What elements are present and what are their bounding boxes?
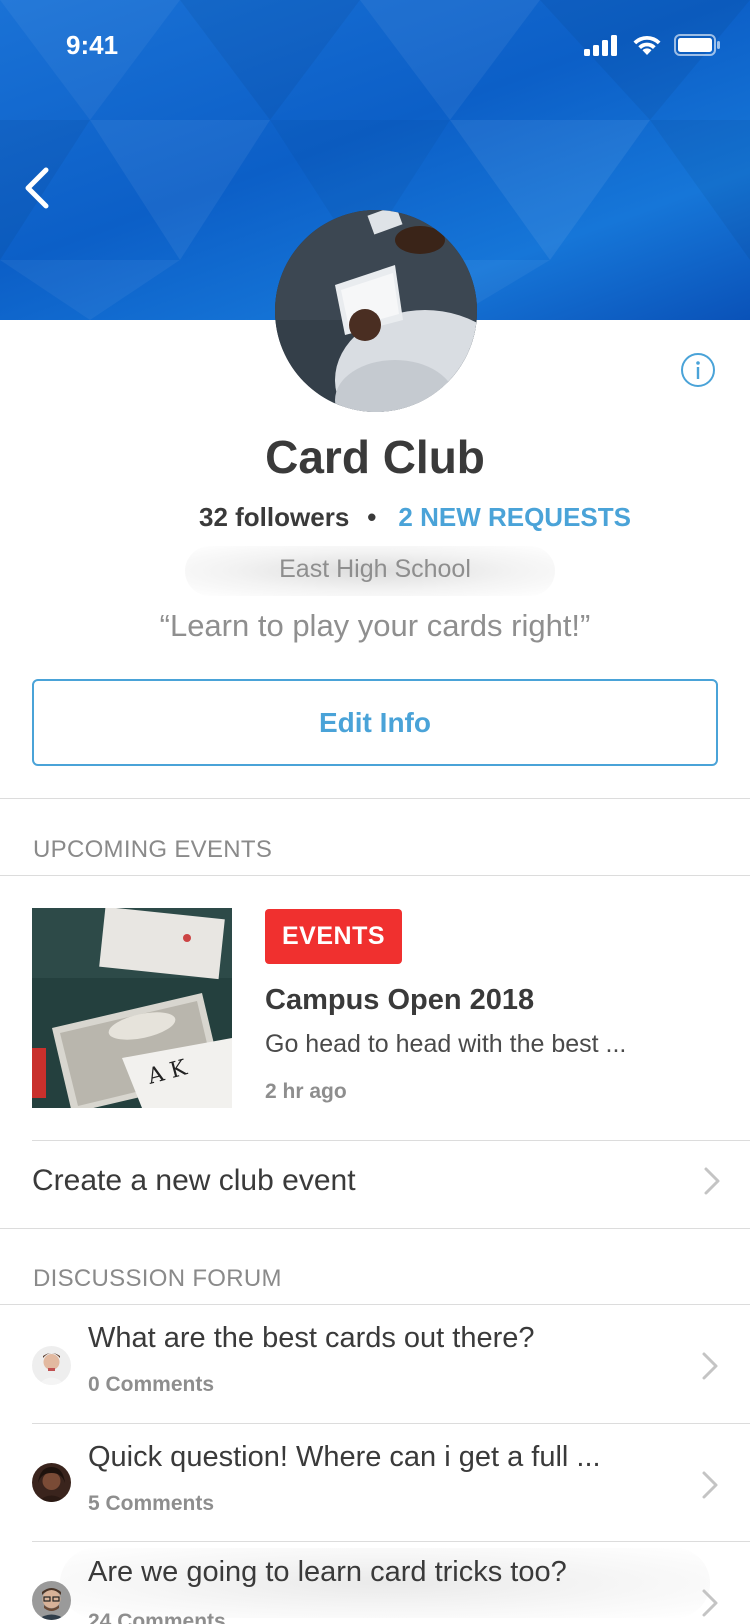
info-icon [681, 353, 715, 387]
club-avatar [275, 210, 477, 412]
chevron-right-icon [702, 1352, 718, 1380]
info-button[interactable] [680, 352, 716, 388]
divider [0, 1228, 750, 1229]
back-button[interactable] [14, 160, 60, 216]
chevron-right-icon [702, 1471, 718, 1499]
user-avatar-image [32, 1581, 71, 1620]
status-time: 9:41 [66, 30, 119, 60]
forum-post-title: Are we going to learn card tricks too? [88, 1556, 567, 1588]
edit-info-button[interactable]: Edit Info [32, 679, 718, 766]
upcoming-events-header: UPCOMING EVENTS [33, 836, 273, 863]
club-name: Card Club [265, 431, 485, 483]
divider [0, 875, 750, 876]
forum-post-title: Quick question! Where can i get a full .… [88, 1441, 601, 1473]
new-requests-link[interactable]: 2 NEW REQUESTS [398, 502, 631, 533]
discussion-forum-header: DISCUSSION FORUM [33, 1265, 282, 1292]
forum-post-title: What are the best cards out there? [88, 1322, 535, 1354]
wifi-icon [633, 35, 661, 55]
status-icons [584, 34, 720, 56]
create-event-label: Create a new club event [32, 1164, 356, 1197]
chevron-right-icon [704, 1167, 720, 1195]
signal-icon [584, 35, 617, 56]
create-event-row[interactable]: Create a new club event [32, 1141, 722, 1221]
chevron-left-icon [25, 167, 49, 209]
user-avatar-image [32, 1463, 71, 1502]
forum-post-comments: 0 Comments [88, 1373, 215, 1396]
status-bar: 9:41 [0, 0, 750, 94]
chevron-right-icon [702, 1589, 718, 1617]
event-timestamp: 2 hr ago [265, 1080, 347, 1103]
avatar [32, 1581, 71, 1620]
event-description: Go head to head with the best ... [265, 1030, 627, 1058]
stats-separator: • [367, 502, 377, 532]
event-title[interactable]: Campus Open 2018 [265, 984, 534, 1017]
event-thumbnail[interactable]: A K [32, 908, 232, 1108]
event-category-badge: EVENTS [265, 909, 402, 964]
avatar [32, 1346, 71, 1385]
forum-post-comments: 5 Comments [88, 1492, 215, 1515]
event-image: A K [32, 908, 232, 1108]
club-avatar-image [275, 210, 477, 412]
divider [0, 798, 750, 799]
club-tagline: “Learn to play your cards right!” [159, 608, 591, 643]
battery-icon [674, 34, 720, 56]
followers-count[interactable]: 32 followers [199, 502, 349, 533]
club-stats: 32 followers • 2 NEW REQUESTS [0, 502, 750, 533]
forum-post-comments: 24 Comments [88, 1610, 226, 1624]
forum-post[interactable]: Are we going to learn card tricks too? 2… [0, 1542, 750, 1624]
forum-post[interactable]: Quick question! Where can i get a full .… [0, 1424, 750, 1541]
user-avatar-image [32, 1346, 71, 1385]
club-school: East High School [279, 555, 471, 583]
forum-post[interactable]: What are the best cards out there? 0 Com… [0, 1305, 750, 1422]
avatar [32, 1463, 71, 1502]
